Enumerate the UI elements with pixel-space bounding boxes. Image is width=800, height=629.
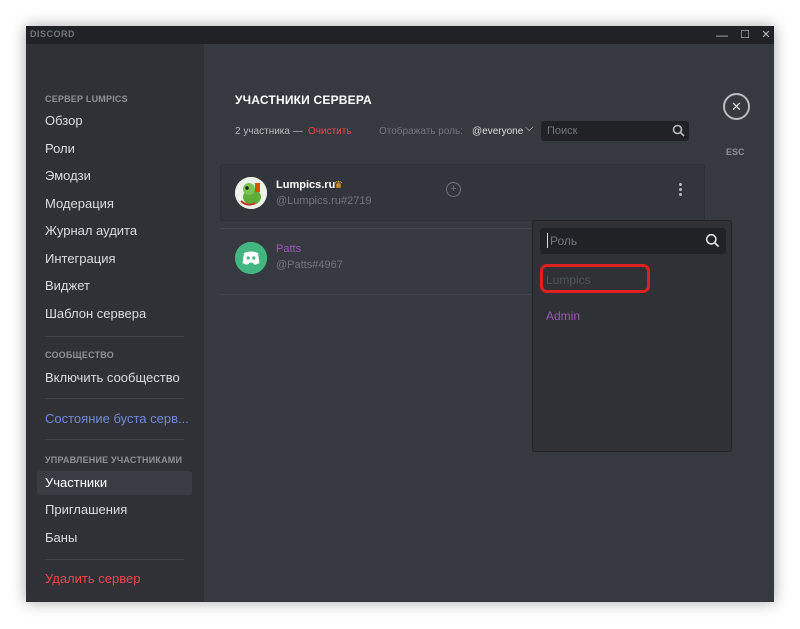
close-icon: ✕ — [731, 99, 742, 114]
sidebar-divider — [45, 559, 184, 560]
close-window-button[interactable]: ✕ — [756, 27, 774, 43]
avatar — [235, 177, 267, 209]
members-section-header: УПРАВЛЕНИЕ УЧАСТНИКАМИ — [45, 455, 183, 465]
sidebar-item-moderation[interactable]: Модерация — [37, 192, 192, 216]
avatar — [235, 242, 267, 274]
role-option-admin[interactable]: Admin — [546, 309, 580, 323]
member-name: Patts — [276, 243, 302, 255]
role-selector-popout: Роль Lumpics Admin — [532, 220, 732, 452]
sidebar-item-widget[interactable]: Виджет — [37, 274, 192, 298]
role-search-placeholder: Роль — [550, 234, 578, 248]
add-role-button[interactable]: + — [446, 182, 461, 197]
member-search-input[interactable]: Поиск — [541, 121, 689, 141]
esc-label: ESC — [726, 147, 745, 157]
search-icon — [672, 124, 685, 142]
member-tag: @Lumpics.ru#2719 — [276, 195, 372, 207]
more-options-icon[interactable] — [676, 183, 684, 203]
sidebar-item-audit-log[interactable]: Журнал аудита — [37, 219, 192, 243]
sidebar-item-emoji[interactable]: Эмодзи — [37, 164, 192, 188]
server-section-header: СЕРВЕР LUMPICS — [45, 94, 128, 104]
sidebar-divider — [45, 398, 184, 399]
crown-icon: ♛ — [334, 180, 343, 191]
role-search-input[interactable]: Роль — [540, 228, 726, 254]
sidebar-item-overview[interactable]: Обзор — [37, 109, 192, 133]
sidebar-item-bans[interactable]: Баны — [37, 526, 192, 550]
discord-window: DISCORD — ☐ ✕ СЕРВЕР LUMPICS Обзор Роли … — [26, 26, 774, 602]
display-roles-label: Отображать роль: — [379, 126, 463, 137]
maximize-button[interactable]: ☐ — [735, 27, 755, 43]
member-row[interactable]: Lumpics.ru ♛ @Lumpics.ru#2719 + — [220, 164, 705, 221]
app-title: DISCORD — [30, 29, 76, 39]
search-icon — [705, 233, 720, 253]
members-content: УЧАСТНИКИ СЕРВЕРА 2 участника — Очистить… — [204, 44, 774, 602]
sidebar-item-members[interactable]: Участники — [37, 471, 192, 495]
page-title: УЧАСТНИКИ СЕРВЕРА — [235, 93, 372, 107]
close-settings-button[interactable]: ✕ — [723, 93, 750, 120]
community-section-header: СООБЩЕСТВО — [45, 350, 114, 360]
title-bar: DISCORD — ☐ ✕ — [26, 26, 774, 44]
sidebar-divider — [45, 336, 184, 337]
search-placeholder: Поиск — [547, 125, 578, 137]
sidebar-divider — [45, 439, 184, 440]
sidebar-item-enable-community[interactable]: Включить сообщество — [37, 366, 192, 390]
members-count: 2 участника — — [235, 126, 303, 137]
sidebar-item-boost-status[interactable]: Состояние буста серв... — [37, 407, 192, 431]
clear-link[interactable]: Очистить — [308, 126, 352, 137]
role-option-lumpics[interactable]: Lumpics — [546, 273, 591, 287]
chevron-down-icon[interactable]: ⌵ — [525, 122, 533, 135]
minimize-button[interactable]: — — [712, 27, 732, 43]
settings-sidebar: СЕРВЕР LUMPICS Обзор Роли Эмодзи Модерац… — [26, 44, 204, 602]
member-name: Lumpics.ru — [276, 179, 336, 191]
member-tag: @Patts#4967 — [276, 259, 343, 271]
sidebar-item-integrations[interactable]: Интеграция — [37, 247, 192, 271]
sidebar-item-server-template[interactable]: Шаблон сервера — [37, 302, 192, 326]
sidebar-item-roles[interactable]: Роли — [37, 137, 192, 161]
sidebar-item-delete-server[interactable]: Удалить сервер — [37, 567, 192, 591]
text-caret — [547, 233, 548, 248]
sidebar-item-invites[interactable]: Приглашения — [37, 498, 192, 522]
role-filter-select[interactable]: @everyone — [472, 126, 523, 137]
